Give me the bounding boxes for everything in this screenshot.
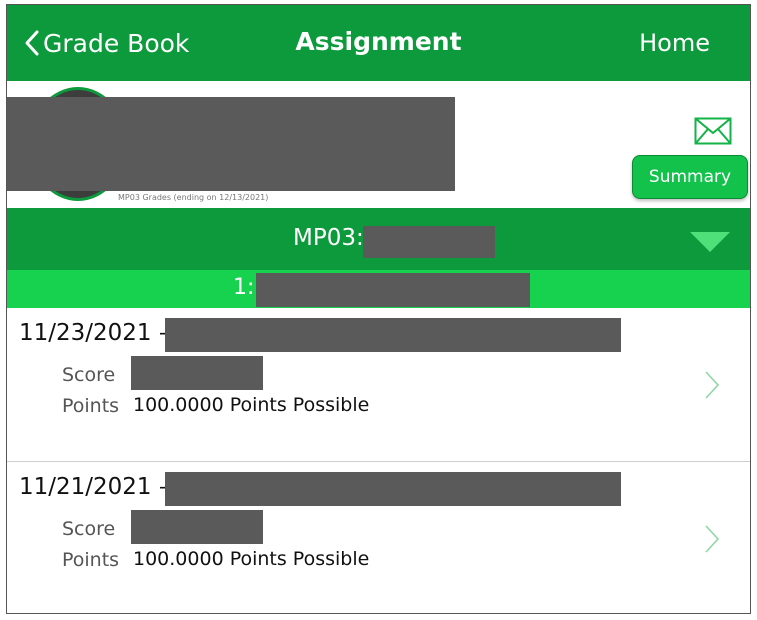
class-header: 1: [7, 270, 750, 308]
redacted-score [131, 356, 263, 390]
points-label: Points [62, 395, 120, 417]
student-profile: MP03 Grades (ending on 12/13/2021) Summa… [7, 81, 750, 208]
redacted-student-name [7, 97, 455, 191]
marking-period-label: MP03: [293, 225, 364, 251]
assignment-date: 11/23/2021 – [19, 320, 171, 346]
points-value: 100.0000 Points Possible [133, 394, 370, 416]
score-label: Score [62, 518, 116, 540]
assignment-row[interactable]: 11/21/2021 – Score Points 100.0000 Point… [7, 462, 750, 613]
assignment-date: 11/21/2021 – [19, 474, 171, 500]
points-value: 100.0000 Points Possible [133, 548, 370, 570]
grades-caption: MP03 Grades (ending on 12/13/2021) [118, 193, 269, 202]
points-label: Points [62, 549, 120, 571]
redacted-assignment-title [165, 472, 621, 506]
score-label: Score [62, 364, 116, 386]
chevron-right-icon [705, 525, 720, 553]
triangle-down-icon[interactable] [688, 230, 732, 254]
mail-icon[interactable] [694, 117, 732, 145]
redacted-score [131, 510, 263, 544]
redacted-assignment-title [165, 318, 621, 352]
home-button[interactable]: Home [639, 29, 710, 57]
summary-button[interactable]: Summary [632, 155, 748, 199]
assignment-row[interactable]: 11/23/2021 – Score Points 100.0000 Point… [7, 308, 750, 462]
navigation-bar: Grade Book Assignment Home [7, 5, 750, 81]
app-frame: Grade Book Assignment Home MP03 Grades (… [6, 4, 751, 614]
chevron-right-icon [705, 371, 720, 399]
redacted-marking-period [363, 226, 495, 258]
marking-period-selector[interactable]: MP03: [7, 208, 750, 270]
class-label: 1: [233, 275, 255, 300]
redacted-class-name [256, 273, 530, 307]
